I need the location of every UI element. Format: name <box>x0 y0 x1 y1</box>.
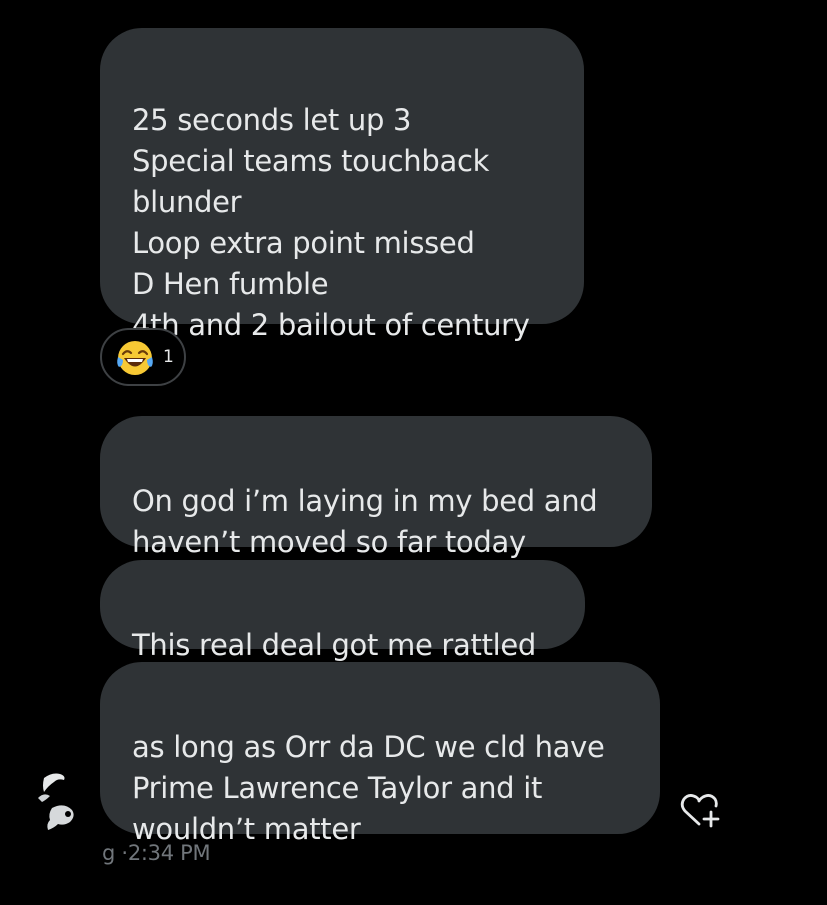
message-text: This real deal got me rattled <box>132 628 537 662</box>
message-text: 25 seconds let up 3 Special teams touchb… <box>132 103 530 342</box>
reaction-badge[interactable]: 1 <box>100 328 186 386</box>
message-bubble[interactable]: as long as Orr da DC we cld have Prime L… <box>100 662 660 846</box>
message-bubble[interactable]: On god i’m laying in my bed and haven’t … <box>100 416 652 559</box>
laughing-tears-emoji-icon <box>117 341 153 375</box>
message-text: On god i’m laying in my bed and haven’t … <box>132 484 598 559</box>
timestamp: 2:34 PM <box>127 841 211 865</box>
avatar[interactable] <box>30 768 86 836</box>
message-bubble[interactable]: 25 seconds let up 3 Special teams touchb… <box>100 28 584 342</box>
message-meta: g ·2:34 PM <box>102 841 211 865</box>
heart-plus-icon[interactable] <box>679 790 723 830</box>
reaction-count: 1 <box>163 347 174 367</box>
sender-name: g <box>102 841 116 865</box>
message-text: as long as Orr da DC we cld have Prime L… <box>132 730 605 846</box>
message-bubble[interactable]: This real deal got me rattled <box>100 560 585 662</box>
